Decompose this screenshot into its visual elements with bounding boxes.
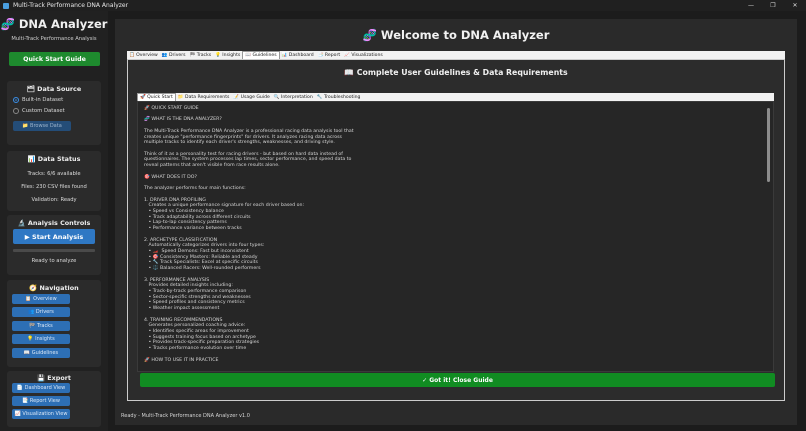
tab-report[interactable]: 📑 Report <box>316 53 342 58</box>
browse-data-button[interactable]: 📁 Browse Data <box>13 121 71 131</box>
page-title: 🧬 Welcome to DNA Analyzer <box>362 28 550 42</box>
data-status-panel: 📊 Data Status Tracks: 6/6 available File… <box>7 151 101 211</box>
radio-label: Custom Dataset <box>22 108 65 114</box>
tab-overview[interactable]: 📋 Overview <box>127 53 160 58</box>
tab-dashboard[interactable]: 📊 Dashboard <box>280 53 316 58</box>
guidelines-tab-content: 📖 Complete User Guidelines & Data Requir… <box>127 59 785 401</box>
guide-title: 📖 Complete User Guidelines & Data Requir… <box>344 68 568 77</box>
export-visualization-button[interactable]: 📈 Visualization View <box>12 409 70 419</box>
guide-tabstrip: 🚀 Quick Start 📁 Data Requirements 📝 Usag… <box>137 92 774 102</box>
validation-status: Validation: Ready <box>31 197 77 203</box>
quick-start-button[interactable]: Quick Start Guide <box>9 52 100 66</box>
files-status: Files: 230 CSV files found <box>21 184 87 190</box>
tab-interpretation[interactable]: 🔍 Interpretation <box>272 95 315 100</box>
nav-tracks-button[interactable]: 🏁 Tracks <box>12 321 70 331</box>
close-icon[interactable]: ✕ <box>784 2 806 9</box>
analysis-controls-title: 🔬 Analysis Controls <box>17 219 91 227</box>
analysis-status: Ready to analyze <box>31 258 77 264</box>
app-subtitle: Multi-Track Performance Analysis <box>11 36 97 42</box>
window-titlebar: Multi-Track Performance DNA Analyzer — ❐… <box>0 0 806 11</box>
main-area: 🧬 Welcome to DNA Analyzer 📋 Overview 👥 D… <box>115 19 797 425</box>
nav-drivers-button[interactable]: 👥 Drivers <box>12 307 70 317</box>
sidebar: 🧬 DNA Analyzer Multi-Track Performance A… <box>0 11 108 431</box>
navigation-panel: 🧭 Navigation 📋 Overview 👥 Drivers 🏁 Trac… <box>7 280 101 367</box>
export-panel: 💾 Export 📄 Dashboard View 📑 Report View … <box>7 371 101 427</box>
maximize-icon[interactable]: ❐ <box>762 2 784 9</box>
brand: 🧬 DNA Analyzer Multi-Track Performance A… <box>0 17 108 42</box>
minimize-icon[interactable]: — <box>740 2 762 9</box>
analysis-progress-bar <box>13 249 95 252</box>
main-tabstrip: 📋 Overview 👥 Drivers 🏁 Tracks 💡 Insights… <box>127 50 785 60</box>
status-bar: Ready - Multi-Track Performance DNA Anal… <box>121 413 250 419</box>
data-status-title: 📊 Data Status <box>27 155 81 163</box>
nav-overview-button[interactable]: 📋 Overview <box>12 294 70 304</box>
scrollbar-thumb[interactable] <box>767 108 770 182</box>
export-title: 💾 Export <box>37 374 71 382</box>
radio-selected-icon[interactable] <box>13 97 19 103</box>
tab-tracks[interactable]: 🏁 Tracks <box>188 53 214 58</box>
radio-label: Built-in Dataset <box>22 97 64 103</box>
close-guide-button[interactable]: ✓ Got it! Close Guide <box>140 373 775 387</box>
radio-custom-dataset[interactable]: Custom Dataset <box>13 108 65 114</box>
guide-text-line: 🚀 HOW TO USE IT IN PRACTICE <box>144 357 219 363</box>
radio-unselected-icon[interactable] <box>13 108 19 114</box>
tab-drivers[interactable]: 👥 Drivers <box>160 53 188 58</box>
export-dashboard-button[interactable]: 📄 Dashboard View <box>12 383 70 393</box>
app-title: 🧬 DNA Analyzer <box>0 17 108 31</box>
guide-text-area[interactable]: 🚀 QUICK START GUIDE 🧬 WHAT IS THE DNA AN… <box>137 101 774 372</box>
tab-insights[interactable]: 💡 Insights <box>213 53 242 58</box>
tab-troubleshooting[interactable]: 🔧 Troubleshooting <box>315 95 363 100</box>
radio-builtin-dataset[interactable]: Built-in Dataset <box>13 97 63 103</box>
data-source-panel: 🗂 Data Source Built-in Dataset Custom Da… <box>7 81 101 145</box>
tab-usage-guide[interactable]: 📝 Usage Guide <box>231 95 271 100</box>
nav-guidelines-button[interactable]: 📖 Guidelines <box>12 348 70 358</box>
start-analysis-button[interactable]: ▶ Start Analysis <box>13 229 95 244</box>
tab-visualizations[interactable]: 📈 Visualizations <box>342 53 385 58</box>
tab-data-requirements[interactable]: 📁 Data Requirements <box>176 95 232 100</box>
window-title: Multi-Track Performance DNA Analyzer <box>13 2 129 9</box>
window-controls: — ❐ ✕ <box>740 2 806 9</box>
tracks-status: Tracks: 6/6 available <box>27 171 81 177</box>
navigation-title: 🧭 Navigation <box>29 284 79 292</box>
analysis-controls-panel: 🔬 Analysis Controls ▶ Start Analysis Rea… <box>7 215 101 275</box>
nav-insights-button[interactable]: 💡 Insights <box>12 334 70 344</box>
export-report-button[interactable]: 📑 Report View <box>12 396 70 406</box>
app-icon <box>3 2 9 9</box>
guide-text: 🚀 QUICK START GUIDE 🧬 WHAT IS THE DNA AN… <box>144 106 754 363</box>
data-source-title: 🗂 Data Source <box>26 85 82 93</box>
